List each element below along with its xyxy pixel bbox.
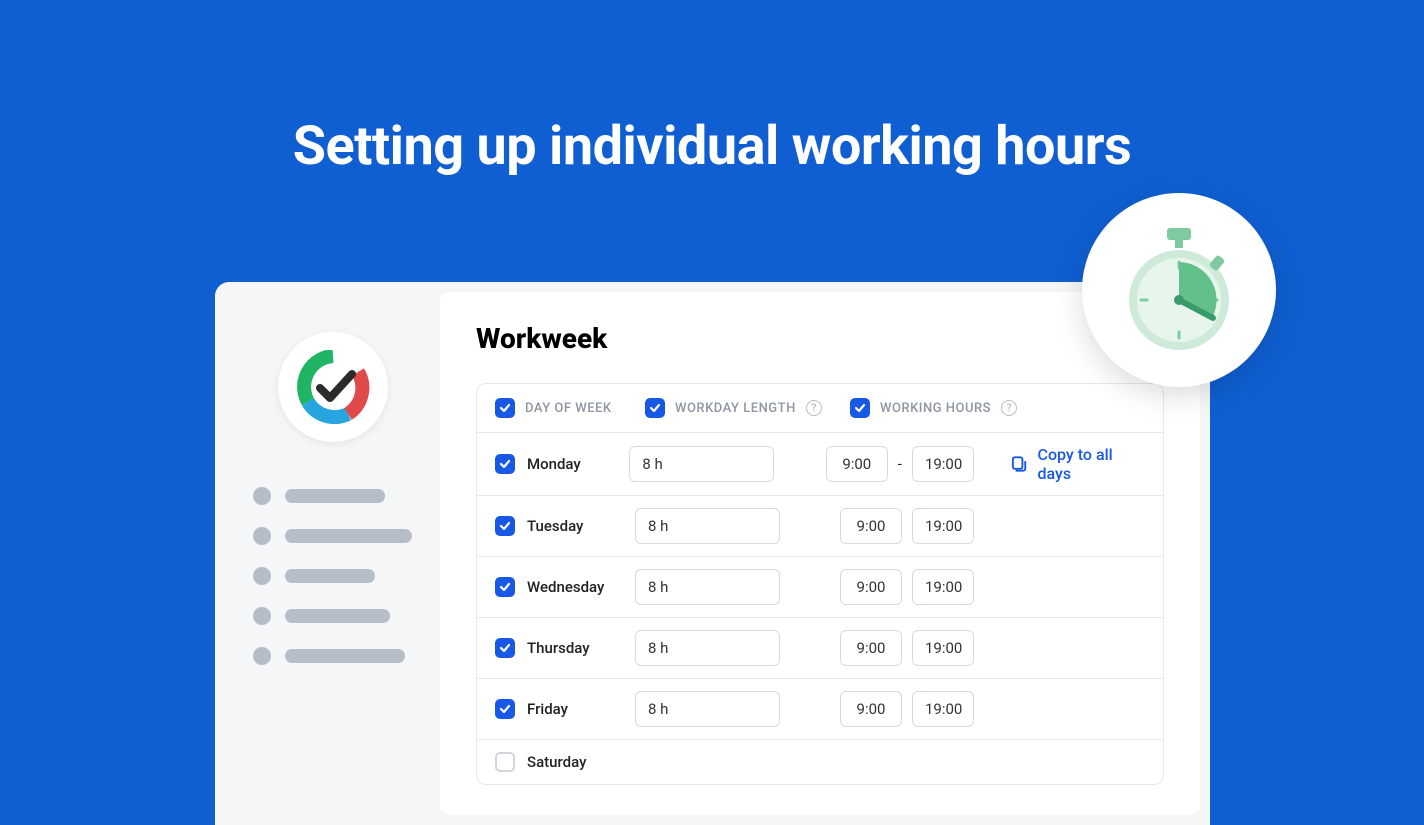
day-row: Friday 8 h 9:00 19:00 [477, 678, 1163, 739]
start-time-input[interactable]: 9:00 [826, 446, 888, 482]
sidebar [225, 292, 440, 815]
sidebar-item[interactable] [253, 607, 412, 625]
copy-icon [1010, 455, 1027, 473]
end-time-input[interactable]: 19:00 [912, 569, 974, 605]
day-name: Thursday [527, 639, 590, 657]
day-checkbox[interactable] [495, 454, 515, 474]
end-time-input[interactable]: 19:00 [912, 691, 974, 727]
header-day-of-week: Day of week [495, 398, 635, 418]
day-checkbox[interactable] [495, 638, 515, 658]
deskcove-logo-icon [296, 350, 370, 424]
day-row: Thursday 8 h 9:00 19:00 [477, 617, 1163, 678]
copy-label: Copy to all days [1038, 445, 1145, 483]
stopwatch-badge [1082, 193, 1276, 387]
sidebar-item[interactable] [253, 487, 412, 505]
day-row: Tuesday 8 h 9:00 19:00 [477, 495, 1163, 556]
table-header-row: Day of week Workday length ? Working hou… [477, 384, 1163, 432]
day-name: Wednesday [527, 578, 604, 596]
header-label-day: Day of week [525, 401, 612, 416]
time-dash: - [898, 455, 902, 473]
start-time-input[interactable]: 9:00 [840, 569, 902, 605]
day-name: Friday [527, 700, 568, 718]
header-label-length: Workday length [675, 401, 796, 416]
workday-length-input[interactable]: 8 h [635, 569, 780, 605]
help-icon[interactable]: ? [1001, 400, 1017, 416]
nav-dot-icon [253, 607, 271, 625]
help-icon[interactable]: ? [806, 400, 822, 416]
app-logo [278, 332, 388, 442]
day-checkbox[interactable] [495, 577, 515, 597]
app-window: Workweek Day of week Workday length ? [215, 282, 1210, 825]
workweek-table: Day of week Workday length ? Working hou… [476, 383, 1164, 785]
nav-bar-placeholder [285, 609, 390, 623]
day-row: Monday 8 h 9:00-19:00 Copy to all days [477, 432, 1163, 495]
end-time-input[interactable]: 19:00 [912, 446, 974, 482]
day-checkbox[interactable] [495, 699, 515, 719]
day-row: Saturday [477, 739, 1163, 784]
header-workday-length: Workday length ? [645, 398, 840, 418]
start-time-input[interactable]: 9:00 [840, 508, 902, 544]
page-title: Setting up individual working hours [0, 0, 1424, 178]
header-working-hours: Working hours ? [850, 398, 1017, 418]
header-checkbox-hours[interactable] [850, 398, 870, 418]
day-name: Tuesday [527, 517, 583, 535]
workday-length-input[interactable]: 8 h [635, 691, 780, 727]
sidebar-item[interactable] [253, 527, 412, 545]
day-checkbox[interactable] [495, 752, 515, 772]
nav-dot-icon [253, 487, 271, 505]
end-time-input[interactable]: 19:00 [912, 630, 974, 666]
copy-to-all-days-button[interactable]: Copy to all days [1010, 445, 1145, 483]
day-name: Monday [527, 455, 581, 473]
nav-bar-placeholder [285, 529, 412, 543]
main-panel: Workweek Day of week Workday length ? [440, 292, 1200, 815]
start-time-input[interactable]: 9:00 [840, 630, 902, 666]
nav-bar-placeholder [285, 569, 375, 583]
nav-dot-icon [253, 567, 271, 585]
header-checkbox-length[interactable] [645, 398, 665, 418]
main-title: Workweek [476, 322, 1164, 355]
nav-dot-icon [253, 527, 271, 545]
sidebar-item[interactable] [253, 647, 412, 665]
workday-length-input[interactable]: 8 h [635, 508, 780, 544]
header-checkbox-day[interactable] [495, 398, 515, 418]
sidebar-item[interactable] [253, 567, 412, 585]
nav-bar-placeholder [285, 489, 385, 503]
workday-length-input[interactable]: 8 h [629, 446, 774, 482]
day-row: Wednesday 8 h 9:00 19:00 [477, 556, 1163, 617]
header-label-hours: Working hours [880, 401, 991, 416]
end-time-input[interactable]: 19:00 [912, 508, 974, 544]
day-name: Saturday [527, 753, 586, 771]
workday-length-input[interactable]: 8 h [635, 630, 780, 666]
start-time-input[interactable]: 9:00 [840, 691, 902, 727]
nav-list [253, 487, 412, 687]
nav-bar-placeholder [285, 649, 405, 663]
stopwatch-icon [1109, 220, 1249, 360]
nav-dot-icon [253, 647, 271, 665]
day-checkbox[interactable] [495, 516, 515, 536]
